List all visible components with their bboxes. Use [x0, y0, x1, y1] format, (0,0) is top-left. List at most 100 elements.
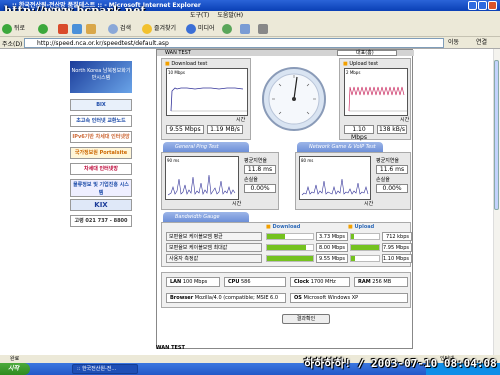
- upload-value: 7.95 Mbps: [382, 243, 412, 252]
- upload-title: ■ Upload test: [343, 61, 379, 67]
- star-icon: [142, 23, 152, 34]
- download-mbps-value: 9.55 Mbps: [166, 125, 204, 134]
- bandwidth-gauge-panel: ■ Download ■ Upload 보편율보 케이블모뎀 평균 3.73 Mb…: [161, 222, 412, 267]
- scrollbar-thumb[interactable]: [494, 60, 499, 210]
- mail-icon: [240, 23, 250, 34]
- mail-button[interactable]: [240, 23, 252, 35]
- ping-test-panel: 90 ms 시간 평균지연율 11.8 ms 손실율 0.00%: [161, 152, 279, 210]
- banner-kix[interactable]: KIX: [70, 199, 132, 211]
- status-text: 완료: [10, 356, 20, 362]
- lan-info: LAN 100 Mbps: [166, 277, 220, 287]
- menu-tools[interactable]: 도구(T): [190, 12, 209, 19]
- download-line-chart: [170, 87, 247, 112]
- back-button[interactable]: 뒤로: [2, 23, 25, 35]
- upload-test-panel: ■ Upload test 2 Mbps 시간 1.10 Mbps 138 kB…: [339, 58, 411, 141]
- upload-bar: [350, 233, 380, 240]
- upload-bar: [350, 255, 380, 262]
- upload-bar-fill: [351, 245, 379, 250]
- banner-north-korea[interactable]: North Korea 남북정보화기반시스템: [70, 61, 132, 93]
- menu-bar: 도구(T) 도움말(H): [0, 11, 500, 21]
- refresh-button[interactable]: [72, 23, 84, 35]
- banner-logistics[interactable]: 물류정보 및 기업진흥 시스템: [70, 179, 132, 197]
- bandwidth-row-label: 보편율보 케이블모뎀 최대값: [166, 243, 262, 252]
- game-series: [301, 178, 369, 196]
- download-graph: 10 Mbps: [166, 68, 248, 116]
- ping-avg-value: 11.8 ms: [244, 165, 276, 174]
- game-graph: 80 ms: [299, 156, 371, 200]
- favorites-button[interactable]: 즐겨찾기: [142, 23, 176, 35]
- game-voip-test-panel: 80 ms 시간 평균지연율 11.6 ms 손실율 0.00%: [295, 152, 411, 210]
- minimize-button[interactable]: [468, 1, 477, 10]
- clock-info: Clock 1700 MHz: [290, 277, 350, 287]
- media-button[interactable]: 미디어: [186, 23, 215, 35]
- taskbar-ie-window[interactable]: :: 한국전산원-전...: [72, 364, 138, 374]
- bandwidth-gauge-tab[interactable]: Bandwidth Gauge: [163, 212, 249, 222]
- download-title: ■ Download test: [165, 61, 208, 67]
- go-button[interactable]: 이동: [448, 38, 459, 48]
- game-loss-value: 0.00%: [376, 184, 408, 193]
- game-loss-label: 손실율: [376, 177, 390, 183]
- game-line-chart: [301, 178, 369, 196]
- banner-bix[interactable]: BIX: [70, 99, 132, 111]
- ping-line-chart: [167, 174, 236, 196]
- refresh-icon: [72, 23, 82, 34]
- address-input[interactable]: http://speed.nca.or.kr/speedtest/default…: [24, 38, 444, 48]
- bottom-wan-test-header: WAN TEST: [156, 345, 185, 351]
- download-header: ■ Download: [266, 224, 301, 230]
- ping-loss-value: 0.00%: [244, 184, 276, 193]
- close-button[interactable]: [488, 1, 497, 10]
- speed-gauge: [261, 66, 327, 132]
- menu-help[interactable]: 도움말(H): [217, 12, 243, 19]
- ping-avg-label: 평균지연율: [244, 158, 268, 164]
- download-bar-fill: [267, 256, 313, 261]
- upload-header: ■ Upload: [348, 224, 375, 230]
- banner-contact[interactable]: 고령 021 737 - 8800: [70, 215, 132, 227]
- maximize-button[interactable]: [478, 1, 487, 10]
- bullet-icon: ■: [348, 224, 353, 230]
- download-bar: [266, 233, 314, 240]
- download-time-label: 시간: [236, 117, 246, 123]
- bullet-icon: ■: [343, 61, 348, 67]
- upload-value: 1.10 Mbps: [382, 254, 412, 263]
- ping-test-tab[interactable]: General Ping Test: [163, 142, 249, 152]
- ping-graph: 90 ms: [165, 156, 239, 200]
- upload-time-label: 시간: [400, 117, 410, 123]
- forward-arrow-icon: [38, 23, 48, 34]
- start-button[interactable]: 시작: [0, 363, 30, 375]
- banner-exchange-node[interactable]: 초고속 인터넷 교환노드: [70, 115, 132, 127]
- bandwidth-row: 사용자 측정값 9.55 Mbps 1.10 Mbps: [166, 254, 416, 263]
- media-icon: [186, 23, 196, 34]
- game-avg-value: 11.6 ms: [376, 165, 408, 174]
- download-bar: [266, 255, 314, 262]
- home-button[interactable]: [86, 23, 98, 35]
- download-value: 8.00 Mbps: [316, 243, 348, 252]
- back-arrow-icon: [2, 23, 12, 34]
- banner-next-gen[interactable]: 차세대 인터넷망: [70, 163, 132, 175]
- ping-loss-label: 손실율: [244, 177, 258, 183]
- banner-portal[interactable]: 국가정보원 Portalsite: [70, 147, 132, 159]
- system-info-panel: LAN 100 Mbps CPU 586 Clock 1700 MHz RAM …: [161, 272, 411, 308]
- region-select[interactable]: 대표(홈): [337, 50, 397, 56]
- ping-series: [167, 174, 236, 196]
- upload-mbps-value: 1.10 Mbps: [344, 125, 374, 141]
- os-info: OS Microsoft Windows XP: [290, 293, 408, 303]
- upload-line-chart: [348, 86, 407, 112]
- bandwidth-row-label: 사용자 측정값: [166, 254, 262, 263]
- search-button[interactable]: 검색: [108, 23, 131, 35]
- history-icon: [222, 23, 232, 34]
- upload-value: 712 kbps: [382, 232, 412, 241]
- result-confirm-button[interactable]: 결과확인: [282, 314, 330, 324]
- forward-button[interactable]: [38, 23, 50, 35]
- search-icon: [108, 23, 118, 34]
- history-button[interactable]: [222, 23, 234, 35]
- bullet-icon: ■: [165, 61, 170, 67]
- stop-button[interactable]: [58, 23, 70, 35]
- browser-info: Browser Mozilla/4.0 (compatible; MSIE 6.…: [166, 293, 286, 303]
- links-button[interactable]: 연결: [476, 38, 487, 48]
- print-icon: [258, 23, 268, 34]
- download-mbs-value: 1.19 MB/s: [207, 125, 243, 134]
- banner-ipv6[interactable]: IPv6기반 차세대 인터넷망: [70, 131, 132, 143]
- print-button[interactable]: [258, 23, 270, 35]
- game-voip-test-tab[interactable]: Network Game & VoIP Test: [297, 142, 383, 152]
- upload-kbs-value: 138 kB/s: [377, 125, 407, 134]
